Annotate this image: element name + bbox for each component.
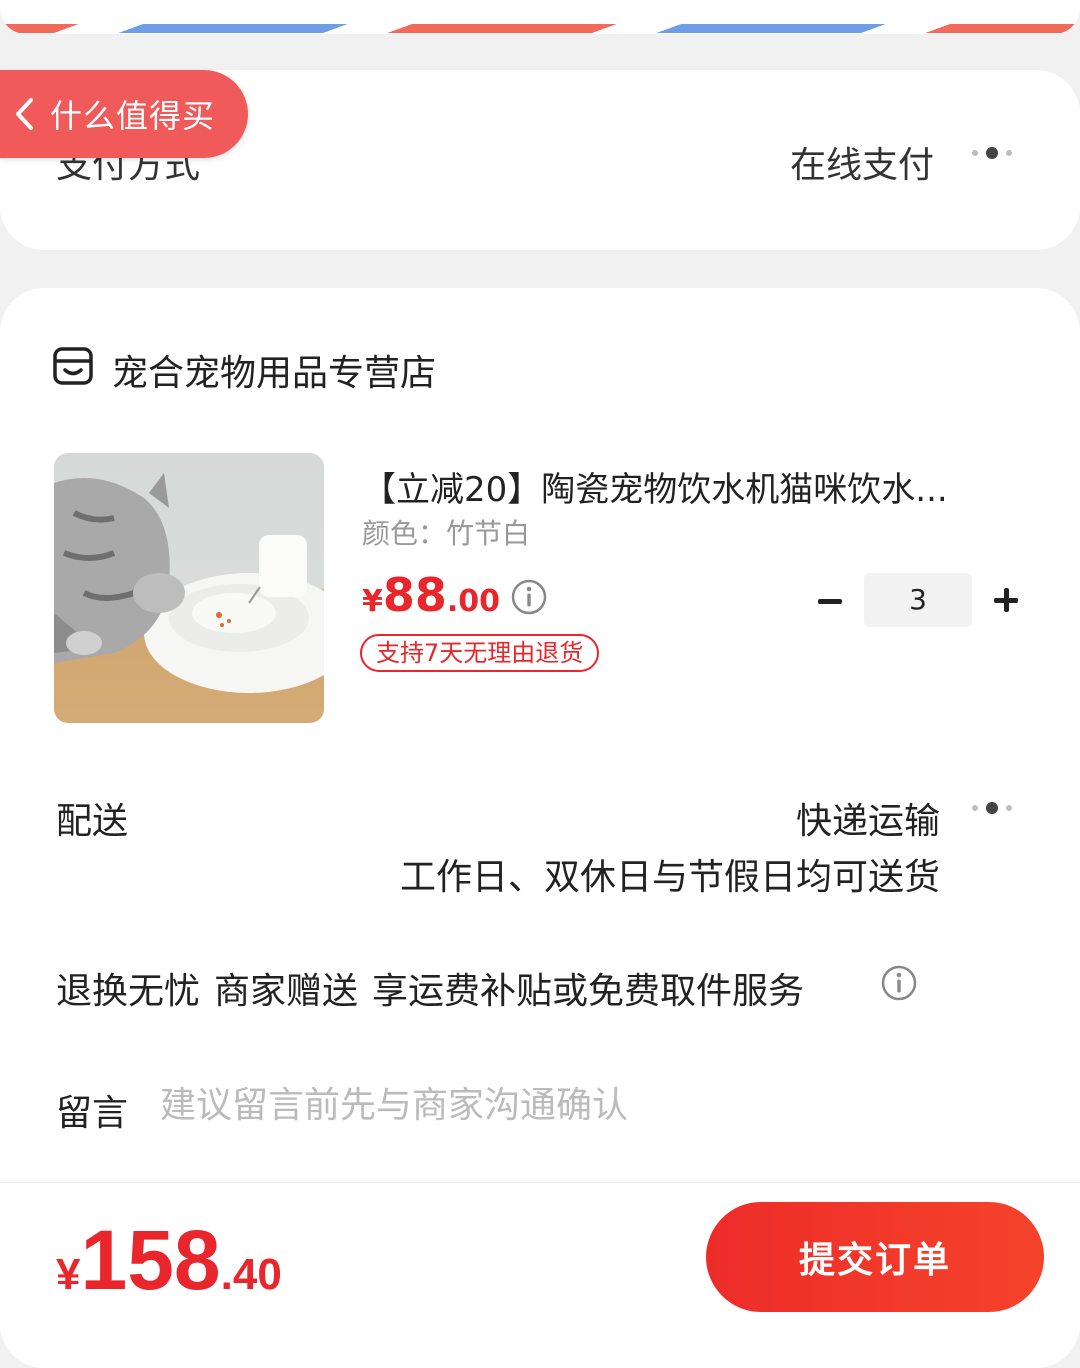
back-label: 什么值得买 [50, 97, 216, 135]
service-part-3: 享运费补贴或免费取件服务 [372, 971, 805, 1012]
product-title[interactable]: 【立减20】陶瓷宠物饮水机猫咪饮水... [362, 462, 1022, 511]
more-dots-icon[interactable] [972, 802, 1012, 814]
product-price: ¥ 88 .00 [362, 568, 500, 622]
info-icon[interactable] [880, 964, 918, 1002]
message-input[interactable] [160, 1078, 1020, 1132]
shipping-method[interactable]: 快递运输 [796, 792, 940, 844]
message-label: 留言 [56, 1093, 129, 1134]
back-button[interactable]: 什么值得买 [0, 70, 248, 158]
product-image[interactable] [54, 453, 324, 723]
more-dots-icon[interactable] [972, 147, 1012, 159]
chevron-left-icon [16, 98, 33, 130]
service-part-1: 退换无忧 [56, 971, 201, 1012]
total-integer: 158 [80, 1213, 221, 1307]
info-icon[interactable] [510, 578, 548, 616]
quantity-decrease-button[interactable] [816, 588, 844, 614]
envelope-stripe-header [0, 0, 1080, 34]
quantity-increase-button[interactable] [992, 586, 1020, 614]
price-decimal: .00 [446, 584, 501, 619]
service-part-2: 商家赠送 [214, 971, 359, 1012]
envelope-stripes [0, 24, 1080, 33]
service-info: 退换无忧 商家赠送 享运费补贴或免费取件服务 [56, 962, 804, 1014]
payment-method-value[interactable]: 在线支付 [790, 136, 934, 188]
quantity-value[interactable]: 3 [864, 573, 972, 627]
shipping-note: 工作日、双休日与节假日均可送货 [399, 857, 940, 898]
total-currency: ¥ [56, 1250, 81, 1299]
product-spec: 颜色：竹节白 [362, 517, 531, 550]
submit-order-button[interactable]: 提交订单 [706, 1202, 1044, 1312]
price-currency: ¥ [362, 584, 383, 619]
price-integer: 88 [382, 568, 447, 622]
total-decimal: .40 [220, 1250, 282, 1299]
store-name[interactable]: 宠合宠物用品专营店 [112, 344, 436, 396]
order-total: ¥ 158 .40 [56, 1218, 282, 1302]
cat-fountain-image [54, 473, 324, 693]
shipping-label: 配送 [56, 801, 129, 842]
store-icon [53, 347, 93, 385]
return-policy-badge: 支持7天无理由退货 [360, 634, 600, 672]
